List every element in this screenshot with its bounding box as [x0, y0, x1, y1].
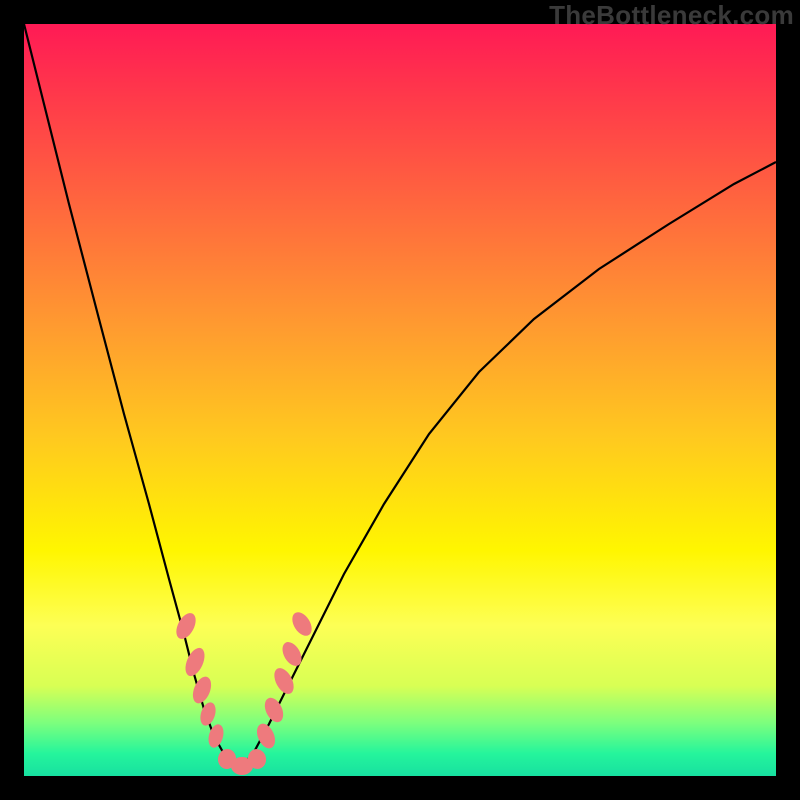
plot-area — [24, 24, 776, 776]
trough-marker — [172, 610, 199, 642]
chart-svg — [24, 24, 776, 776]
trough-marker — [182, 645, 209, 679]
trough-marker — [270, 665, 297, 697]
chart-frame: TheBottleneck.com — [0, 0, 800, 800]
curve-right-branch — [244, 162, 776, 764]
trough-marker — [189, 674, 214, 706]
trough-marker — [279, 639, 306, 670]
trough-marker — [206, 723, 226, 750]
trough-marker — [261, 695, 287, 725]
watermark-text: TheBottleneck.com — [549, 0, 794, 31]
trough-marker — [198, 700, 219, 727]
trough-marker — [288, 609, 315, 640]
